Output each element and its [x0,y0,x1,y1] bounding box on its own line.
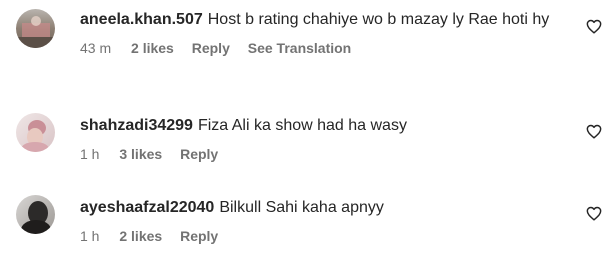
comment-meta: 1 h 2 likes Reply [80,227,570,245]
comment-body: Host b rating chahiye wo b mazay ly Rae … [207,11,550,28]
heart-outline-icon[interactable] [586,206,602,221]
comment-text: shahzadi34299 Fiza Ali ka show had ha was… [80,115,570,137]
likes-count[interactable]: 3 likes [119,145,162,163]
avatar[interactable] [16,9,55,48]
likes-count[interactable]: 2 likes [131,39,174,57]
comment-time[interactable]: 1 h [80,145,99,163]
heart-outline-icon[interactable] [586,124,602,139]
comment-text: ayeshaafzal22040 Bilkull Sahi kaha apnyy [80,197,570,219]
comment-username[interactable]: ayeshaafzal22040 [80,199,214,216]
comment-meta: 43 m 2 likes Reply See Translation [80,39,570,57]
reply-button[interactable]: Reply [180,145,218,163]
comment-time[interactable]: 43 m [80,39,111,57]
comment-text: aneela.khan.507 Host b rating chahiye wo … [80,9,570,31]
comment-body: Bilkull Sahi kaha apnyy [219,199,384,216]
likes-count[interactable]: 2 likes [119,227,162,245]
reply-button[interactable]: Reply [192,39,230,57]
reply-button[interactable]: Reply [180,227,218,245]
see-translation-button[interactable]: See Translation [248,39,351,57]
avatar[interactable] [16,195,55,234]
avatar[interactable] [16,113,55,152]
heart-outline-icon[interactable] [586,19,602,34]
comment-time[interactable]: 1 h [80,227,99,245]
comment-body: Fiza Ali ka show had ha wasy [197,117,407,134]
comment-username[interactable]: shahzadi34299 [80,117,193,134]
comment-username[interactable]: aneela.khan.507 [80,11,203,28]
comment-meta: 1 h 3 likes Reply [80,145,570,163]
